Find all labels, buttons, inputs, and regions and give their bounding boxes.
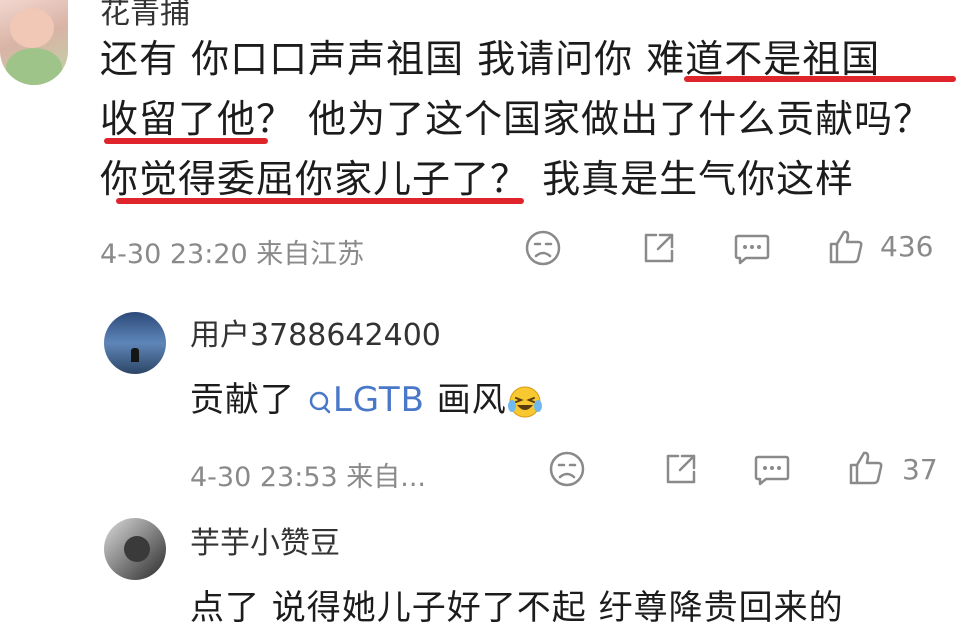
reply-meta: 4-30 23:53 来自... [190, 462, 426, 493]
reply-text: 贡献了 LGTB 画风 [190, 372, 543, 421]
comment-icon[interactable] [732, 229, 772, 267]
share-icon[interactable] [662, 450, 700, 488]
comment-icon[interactable] [752, 450, 792, 488]
avatar[interactable] [104, 518, 166, 580]
reply-text-prefix: 贡献了 [190, 380, 307, 420]
reply-text-suffix: 画风 [424, 380, 507, 420]
laugh-cry-emoji-icon [507, 386, 542, 417]
like-count: 37 [902, 453, 938, 486]
reply-author[interactable]: 芋芋小赞豆 [190, 518, 340, 562]
thumbs-up-icon[interactable] [846, 448, 886, 488]
highlight-underline [684, 76, 956, 82]
comment-line-3: 你觉得委屈你家儿子了？ 我真是生气你这样 [100, 157, 855, 201]
highlight-underline [104, 138, 268, 144]
avatar[interactable] [0, 0, 68, 85]
topic-link[interactable]: LGTB [333, 380, 425, 420]
sad-face-icon[interactable] [524, 229, 562, 267]
share-icon[interactable] [640, 229, 678, 267]
reply-text: 点了 说得她儿子好了不起 纡尊降贵回来的 [190, 588, 844, 628]
avatar[interactable] [104, 312, 166, 374]
search-link-icon [309, 391, 331, 413]
highlight-underline [116, 198, 524, 204]
comment-author[interactable]: 花青捕 [100, 0, 190, 32]
comment-line-1: 还有 你口口声声祖国 我请问你 难道不是祖国 [100, 37, 881, 81]
comment-meta: 4-30 23:20 来自江苏 [100, 239, 365, 270]
sad-face-icon[interactable] [548, 450, 586, 488]
like-count: 436 [880, 230, 934, 263]
thumbs-up-icon[interactable] [826, 227, 866, 267]
reply-author[interactable]: 用户3788642400 [190, 310, 441, 354]
comment-line-2: 收留了他？ 他为了这个国家做出了什么贡献吗？ [100, 97, 933, 141]
